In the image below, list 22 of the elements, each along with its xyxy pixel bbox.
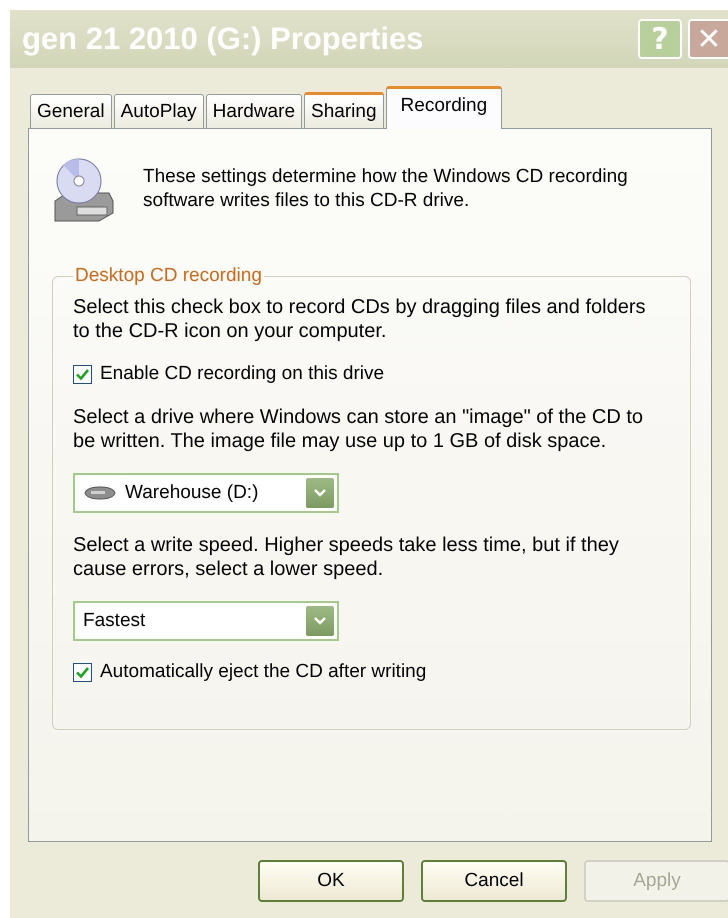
dialog-button[interactable]: OK [258,860,404,902]
tab[interactable]: Hardware [206,94,302,128]
window-title: gen 21 2010 (G:) Properties [22,21,424,57]
drive-icon [83,485,117,501]
instruction-text: Select a drive where Windows can store an "image" of the CD to be written. The image file may use up to 1 GB of disk space. [73,405,644,453]
group-title: Desktop CD recording [74,265,263,287]
caret-icon[interactable] [306,606,334,636]
dropdown[interactable]: Fastest [73,601,339,641]
tab[interactable]: Sharing [304,92,384,128]
instruction-text: Select this check box to record CDs by dragging files and folders to the CD-R icon on your computer. [73,295,647,343]
tab[interactable]: General [30,94,112,128]
dropdown[interactable]: Warehouse (D:) [73,473,339,513]
tab[interactable]: AutoPlay [114,94,204,128]
checkbox-label[interactable]: Enable CD recording on this drive [100,363,384,385]
checkbox-label[interactable]: Automatically eject the CD after writing [100,661,426,683]
dialog-button[interactable]: Cancel [421,860,567,902]
caret-icon[interactable] [306,478,334,508]
tab[interactable]: Recording [386,86,502,129]
instruction-text: Select a write speed. Higher speeds take less time, but if they cause errors, select a lower speed. [73,533,620,581]
checkbox[interactable] [73,364,92,384]
description-text: These settings determine how the Windows CD recording software writes files to this CD-R drive. [143,165,629,213]
checkbox[interactable] [73,662,92,682]
